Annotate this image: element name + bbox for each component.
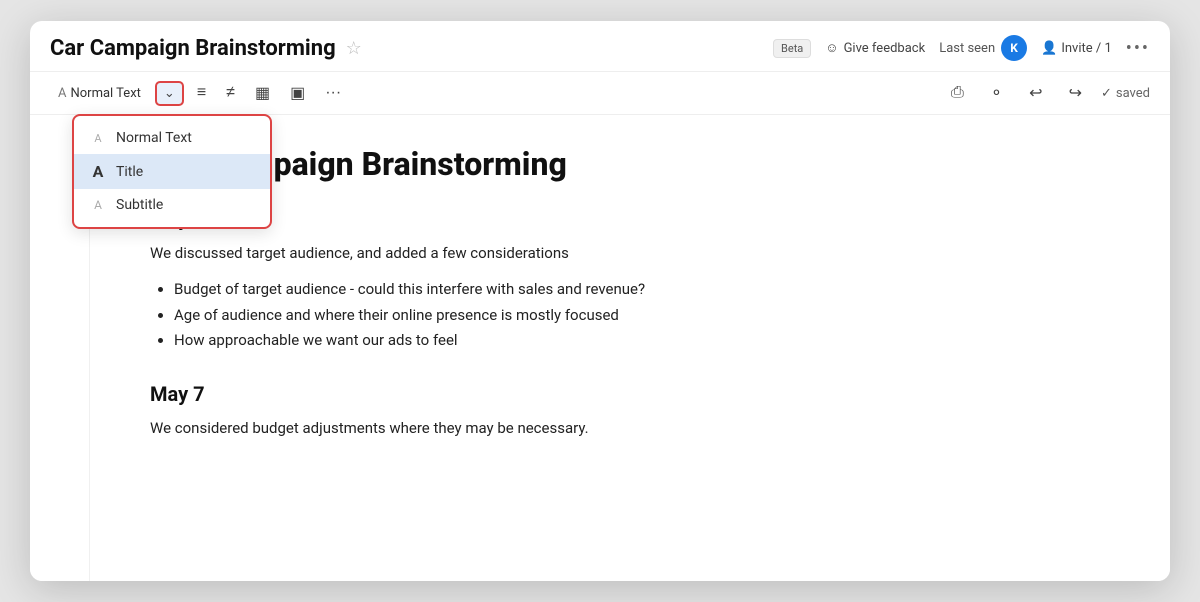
dropdown-item-title[interactable]: A Title	[74, 154, 270, 189]
app-window: Car Campaign Brainstorming ☆ Beta ☺ Give…	[30, 21, 1170, 581]
list-item: Age of audience and where their online p…	[174, 303, 1050, 329]
ordered-list-button[interactable]: ≠	[219, 79, 242, 107]
header-left: Car Campaign Brainstorming ☆	[50, 36, 362, 61]
saved-status: ✓ saved	[1101, 86, 1150, 101]
dropdown-item-normal-text[interactable]: A Normal Text	[74, 122, 270, 154]
image-icon: ▦	[255, 83, 270, 103]
redo-icon: ↪	[1069, 83, 1082, 103]
toolbar-right: ⎙ ⚬ ↩ ↪ ✓ saved	[944, 78, 1150, 108]
more-formatting-icon: ···	[325, 84, 341, 102]
last-seen: Last seen K	[939, 35, 1027, 61]
text-style-label: Normal Text	[70, 86, 140, 101]
feedback-icon: ☺	[825, 40, 838, 56]
section-body-may4: We discussed target audience, and added …	[150, 241, 1050, 265]
chevron-down-icon: ⌄	[164, 86, 175, 101]
right-margin	[1110, 115, 1170, 581]
beta-badge: Beta	[773, 39, 811, 58]
print-icon: ⎙	[951, 84, 964, 102]
avatar: K	[1001, 35, 1027, 61]
check-icon: ✓	[1101, 86, 1112, 101]
section-may4: May 4 We discussed target audience, and …	[150, 207, 1050, 354]
search-button[interactable]: ⚬	[983, 78, 1010, 108]
header: Car Campaign Brainstorming ☆ Beta ☺ Give…	[30, 21, 1170, 72]
toolbar: A Normal Text ⌄ ≡ ≠ ▦ ▣ ··· ⎙ ⚬	[30, 72, 1170, 115]
text-style-dropdown-menu: A Normal Text A Title A Subtitle	[72, 114, 272, 229]
normal-text-icon: A	[90, 132, 106, 145]
document-title: Car Campaign Brainstorming	[150, 145, 1050, 183]
list-item: How approachable we want our ads to feel	[174, 328, 1050, 354]
bullet-list-button[interactable]: ≡	[190, 79, 213, 107]
section-date-may7: May 7	[150, 382, 1050, 406]
embed-icon: ▣	[290, 83, 305, 103]
more-options-button[interactable]: •••	[1126, 38, 1150, 59]
bullet-list-icon: ≡	[197, 84, 206, 102]
section-date-may4: May 4	[150, 207, 1050, 231]
invite-button[interactable]: 👤 Invite / 1	[1041, 41, 1112, 56]
image-button[interactable]: ▦	[248, 78, 277, 108]
section-body-may7: We considered budget adjustments where t…	[150, 416, 1050, 440]
search-icon: ⚬	[990, 83, 1003, 103]
redo-button[interactable]: ↪	[1062, 78, 1089, 108]
ordered-list-icon: ≠	[226, 84, 235, 102]
undo-button[interactable]: ↩	[1022, 78, 1049, 108]
dropdown-item-subtitle[interactable]: A Subtitle	[74, 189, 270, 221]
section-may7: May 7 We considered budget adjustments w…	[150, 382, 1050, 440]
undo-icon: ↩	[1029, 83, 1042, 103]
more-formatting-button[interactable]: ···	[318, 79, 348, 107]
person-icon: 👤	[1041, 41, 1057, 56]
subtitle-label: Subtitle	[116, 197, 254, 213]
list-item: Budget of target audience - could this i…	[174, 277, 1050, 303]
bullet-list-may4: Budget of target audience - could this i…	[174, 277, 1050, 354]
give-feedback-button[interactable]: ☺ Give feedback	[825, 40, 925, 56]
text-style-dropdown-button[interactable]: ⌄	[155, 81, 184, 106]
normal-text-label: Normal Text	[116, 130, 254, 146]
embed-button[interactable]: ▣	[283, 78, 312, 108]
subtitle-icon: A	[90, 198, 106, 212]
text-style-a-icon: A	[58, 86, 66, 101]
title-label: Title	[116, 164, 254, 180]
header-right: Beta ☺ Give feedback Last seen K 👤 Invit…	[773, 35, 1150, 61]
star-icon[interactable]: ☆	[346, 38, 362, 59]
text-style-selector: A Normal Text	[50, 82, 149, 105]
title-icon: A	[90, 162, 106, 181]
page-title: Car Campaign Brainstorming	[50, 36, 336, 61]
print-button[interactable]: ⎙	[944, 79, 971, 107]
